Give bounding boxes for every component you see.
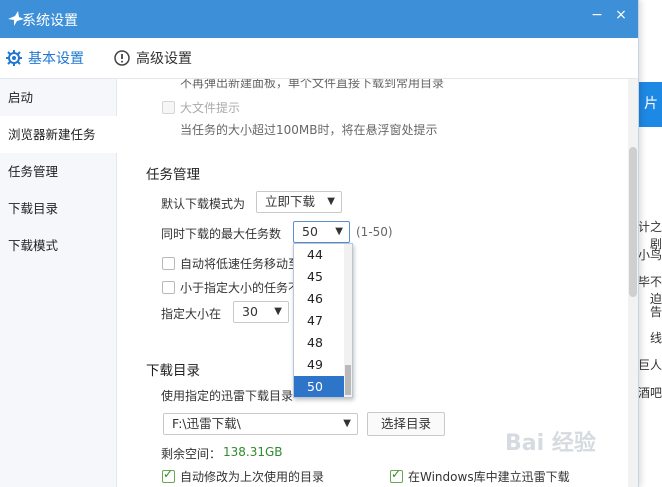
info-icon (114, 50, 130, 66)
clipped-description: 不再弹出新建面板，单个文件直接下载到常用目录 (180, 79, 445, 90)
choose-dir-button[interactable]: 选择目录 (367, 412, 445, 436)
tab-label: 基本设置 (28, 51, 84, 67)
sidebar-item-task-management[interactable]: 任务管理 (0, 153, 116, 190)
sidebar-item-startup[interactable]: 启动 (0, 79, 116, 116)
auto-modify-checkbox[interactable] (162, 467, 175, 483)
max-tasks-range: (1-50) (356, 225, 393, 239)
baidu-watermark: Bai 经验 (505, 431, 596, 456)
sidebar-item-download-mode[interactable]: 下载模式 (0, 227, 116, 264)
tab-label: 高级设置 (136, 51, 192, 67)
settings-sidebar: 启动 浏览器新建任务 任务管理 下载目录 下载模式 (0, 79, 117, 487)
chevron-down-icon: ▼ (274, 306, 282, 317)
chevron-down-icon: ▼ (327, 196, 335, 207)
chevron-down-icon: ▼ (335, 226, 343, 237)
size-value: 30 (242, 304, 258, 319)
title-bar: 系统设置 − × (0, 0, 638, 38)
sidebar-item-download-dir[interactable]: 下载目录 (0, 190, 116, 227)
large-file-checkbox[interactable] (162, 101, 175, 114)
max-tasks-dropdown-list: 44 45 46 47 48 49 50 (293, 243, 353, 398)
windows-library-checkbox[interactable] (390, 467, 403, 483)
max-tasks-label: 同时下载的最大任务数 (161, 227, 282, 241)
auto-modify-label: 自动修改为上次使用的目录 (180, 470, 325, 484)
tab-advanced-settings[interactable]: 高级设置 (114, 38, 192, 78)
settings-window: 系统设置 − × 基本设置 高级设置 启动 浏览器新建任务 任务管理 下载目录 … (0, 0, 639, 487)
window-title: 系统设置 (22, 13, 78, 29)
small-task-label: 小于指定大小的任务不 (180, 281, 301, 295)
default-mode-label: 默认下载模式为 (161, 197, 246, 211)
auto-move-checkbox[interactable] (162, 257, 175, 270)
max-tasks-select[interactable]: 50 ▼ (293, 221, 350, 243)
download-path-value: F:\迅雷下载\ (172, 416, 241, 431)
background-blue-tab-text: 片 (644, 96, 658, 112)
auto-move-label: 自动将低速任务移动至 (180, 257, 301, 271)
tab-basic-settings[interactable]: 基本设置 (6, 38, 84, 78)
content-scrollbar[interactable] (628, 79, 638, 487)
download-dir-title: 下载目录 (146, 363, 200, 379)
size-select[interactable]: 30 ▼ (233, 301, 289, 323)
close-button[interactable]: × (612, 6, 630, 24)
default-mode-value: 立即下载 (265, 194, 316, 209)
scrollbar-thumb[interactable] (629, 147, 637, 297)
small-task-checkbox[interactable] (162, 281, 175, 294)
dropdown-scrollbar[interactable] (344, 244, 352, 397)
download-path-field[interactable]: F:\迅雷下载\ ▼ (163, 413, 358, 435)
size-label: 指定大小在 (161, 307, 222, 321)
gear-icon (6, 50, 22, 66)
max-tasks-value: 50 (302, 224, 318, 239)
dropdown-scrollbar-thumb[interactable] (345, 365, 351, 395)
sidebar-item-browser-task[interactable]: 浏览器新建任务 (0, 116, 117, 153)
use-dir-label: 使用指定的迅雷下载目录 (161, 389, 294, 403)
default-mode-select[interactable]: 立即下载 ▼ (256, 191, 342, 213)
minimize-button[interactable]: − (588, 6, 606, 24)
task-management-title: 任务管理 (146, 167, 200, 183)
chevron-down-icon: ▼ (343, 418, 351, 429)
large-file-description: 当任务的大小超过100MB时，将在悬浮窗处提示 (180, 123, 438, 137)
windows-library-label: 在Windows库中建立迅雷下载 (408, 470, 570, 484)
free-space-value: 138.31GB (223, 445, 283, 459)
large-file-label: 大文件提示 (180, 101, 241, 115)
settings-tabs: 基本设置 高级设置 (0, 38, 638, 79)
free-space-label: 剩余空间： (161, 447, 222, 461)
